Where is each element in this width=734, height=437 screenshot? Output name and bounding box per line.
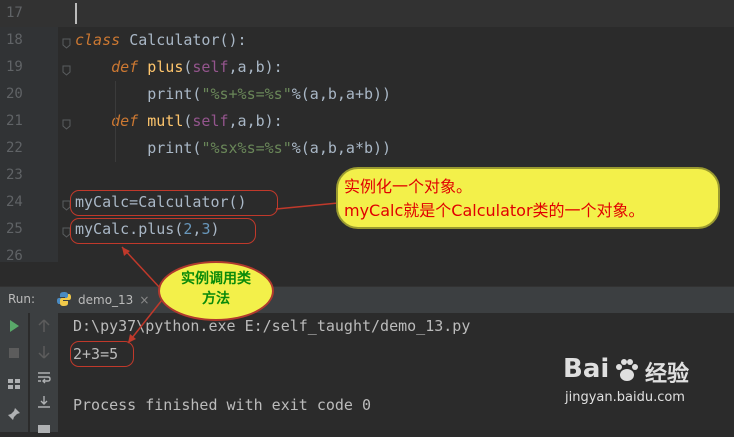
stop-icon	[8, 344, 20, 363]
text-caret	[75, 3, 77, 24]
line-number: 19	[6, 59, 23, 75]
scroll-down-button[interactable]	[34, 343, 54, 363]
print-button[interactable]	[34, 417, 54, 437]
callout-method-line-2: 方法	[202, 291, 230, 307]
code-text: print("%sx%s=%s"%(a,b,a*b))	[75, 135, 391, 162]
callout-line-1: 实例化一个对象。	[344, 177, 473, 196]
close-tab-icon[interactable]: ×	[139, 293, 149, 307]
code-token: self	[192, 112, 229, 130]
callout-line-2: myCalc就是个Calculator类的一个对象。	[344, 201, 645, 220]
pin-icon	[7, 406, 21, 425]
baidu-watermark: Bai 经验 jingyan.baidu.com	[563, 354, 723, 414]
code-token: mutl	[147, 112, 184, 130]
layout-button[interactable]	[4, 375, 24, 395]
stop-button[interactable]	[4, 343, 24, 363]
line-number: 17	[6, 5, 23, 21]
fold-marker-icon[interactable]	[62, 115, 71, 130]
line-number: 25	[6, 221, 23, 237]
soft-wrap-icon	[37, 369, 51, 388]
play-icon	[7, 318, 21, 337]
line-number: 23	[6, 167, 23, 183]
code-token: plus	[147, 58, 184, 76]
code-token: %(a,b,a+b))	[291, 85, 392, 103]
code-line[interactable]: 20 print("%s+%s=%s"%(a,b,a+b))	[0, 81, 734, 108]
code-token: "%s+%s=%s"	[201, 85, 292, 103]
code-line[interactable]: 18 class Calculator():	[0, 27, 734, 54]
code-token: Calculator():	[129, 31, 247, 49]
watermark-brand-right: 经验	[645, 362, 690, 387]
console-exit-line: Process finished with exit code 0	[73, 396, 372, 414]
code-text: def mutl(self,a,b):	[75, 108, 283, 135]
tab-demo-13[interactable]: demo_13 ×	[50, 287, 155, 313]
code-text: class Calculator():	[75, 27, 247, 54]
arrow-down-icon	[38, 344, 50, 363]
rerun-button[interactable]	[4, 317, 24, 337]
highlight-output	[70, 341, 134, 367]
highlight-instantiation	[70, 190, 278, 216]
code-token: def	[75, 58, 148, 76]
code-text: print("%s+%s=%s"%(a,b,a+b))	[75, 81, 391, 108]
code-token: print(	[75, 85, 202, 103]
code-token: def	[75, 112, 148, 130]
line-number: 21	[6, 113, 23, 129]
console-command-line: D:\py37\python.exe E:/self_taught/demo_1…	[73, 317, 471, 335]
watermark-brand-left: Bai	[563, 354, 610, 384]
code-token: ,a,b):	[228, 112, 283, 130]
code-token: %(a,b,a*b))	[291, 139, 392, 157]
callout-instantiation: 实例化一个对象。 myCalc就是个Calculator类的一个对象。	[336, 167, 720, 229]
arrow-up-icon	[38, 318, 50, 337]
soft-wrap-button[interactable]	[34, 368, 54, 388]
code-line[interactable]: 17	[0, 0, 734, 27]
indent-guide	[115, 81, 116, 162]
scroll-to-end-icon	[37, 394, 51, 413]
run-toolbar-right	[30, 313, 58, 433]
callout-method-call: 实例调用类 方法	[158, 261, 274, 321]
code-token: print(	[75, 139, 202, 157]
layout-icon	[7, 376, 21, 395]
code-token: ,a,b):	[228, 58, 283, 76]
code-line[interactable]: 22 print("%sx%s=%s"%(a,b,a*b))	[0, 135, 734, 162]
line-number: 18	[6, 32, 23, 48]
scroll-up-button[interactable]	[34, 317, 54, 337]
pin-button[interactable]	[4, 405, 24, 425]
fold-marker-icon[interactable]	[62, 61, 71, 76]
print-icon	[37, 418, 51, 437]
line-number: 22	[6, 140, 23, 156]
fold-marker-icon[interactable]	[62, 34, 71, 49]
run-tool-window-header: Run: demo_13 ×	[0, 286, 734, 314]
code-line[interactable]: 21 def mutl(self,a,b):	[0, 108, 734, 135]
code-token: "%sx%s=%s"	[201, 139, 292, 157]
line-number: 26	[6, 248, 23, 262]
run-toolbar-left	[0, 313, 28, 432]
code-text: def plus(self,a,b):	[75, 54, 283, 81]
code-token: class	[75, 31, 130, 49]
code-line[interactable]: 26	[0, 243, 734, 262]
line-number: 24	[6, 194, 23, 210]
code-token: self	[192, 58, 229, 76]
watermark-url: jingyan.baidu.com	[565, 390, 685, 405]
paw-icon	[613, 356, 641, 388]
python-icon	[56, 291, 72, 310]
callout-method-line-1: 实例调用类	[181, 271, 251, 287]
tab-label: demo_13	[78, 293, 134, 307]
run-label: Run:	[8, 292, 36, 306]
scroll-to-end-button[interactable]	[34, 393, 54, 413]
highlight-method-call	[70, 218, 256, 244]
line-number: 20	[6, 86, 23, 102]
code-line[interactable]: 19 def plus(self,a,b):	[0, 54, 734, 81]
